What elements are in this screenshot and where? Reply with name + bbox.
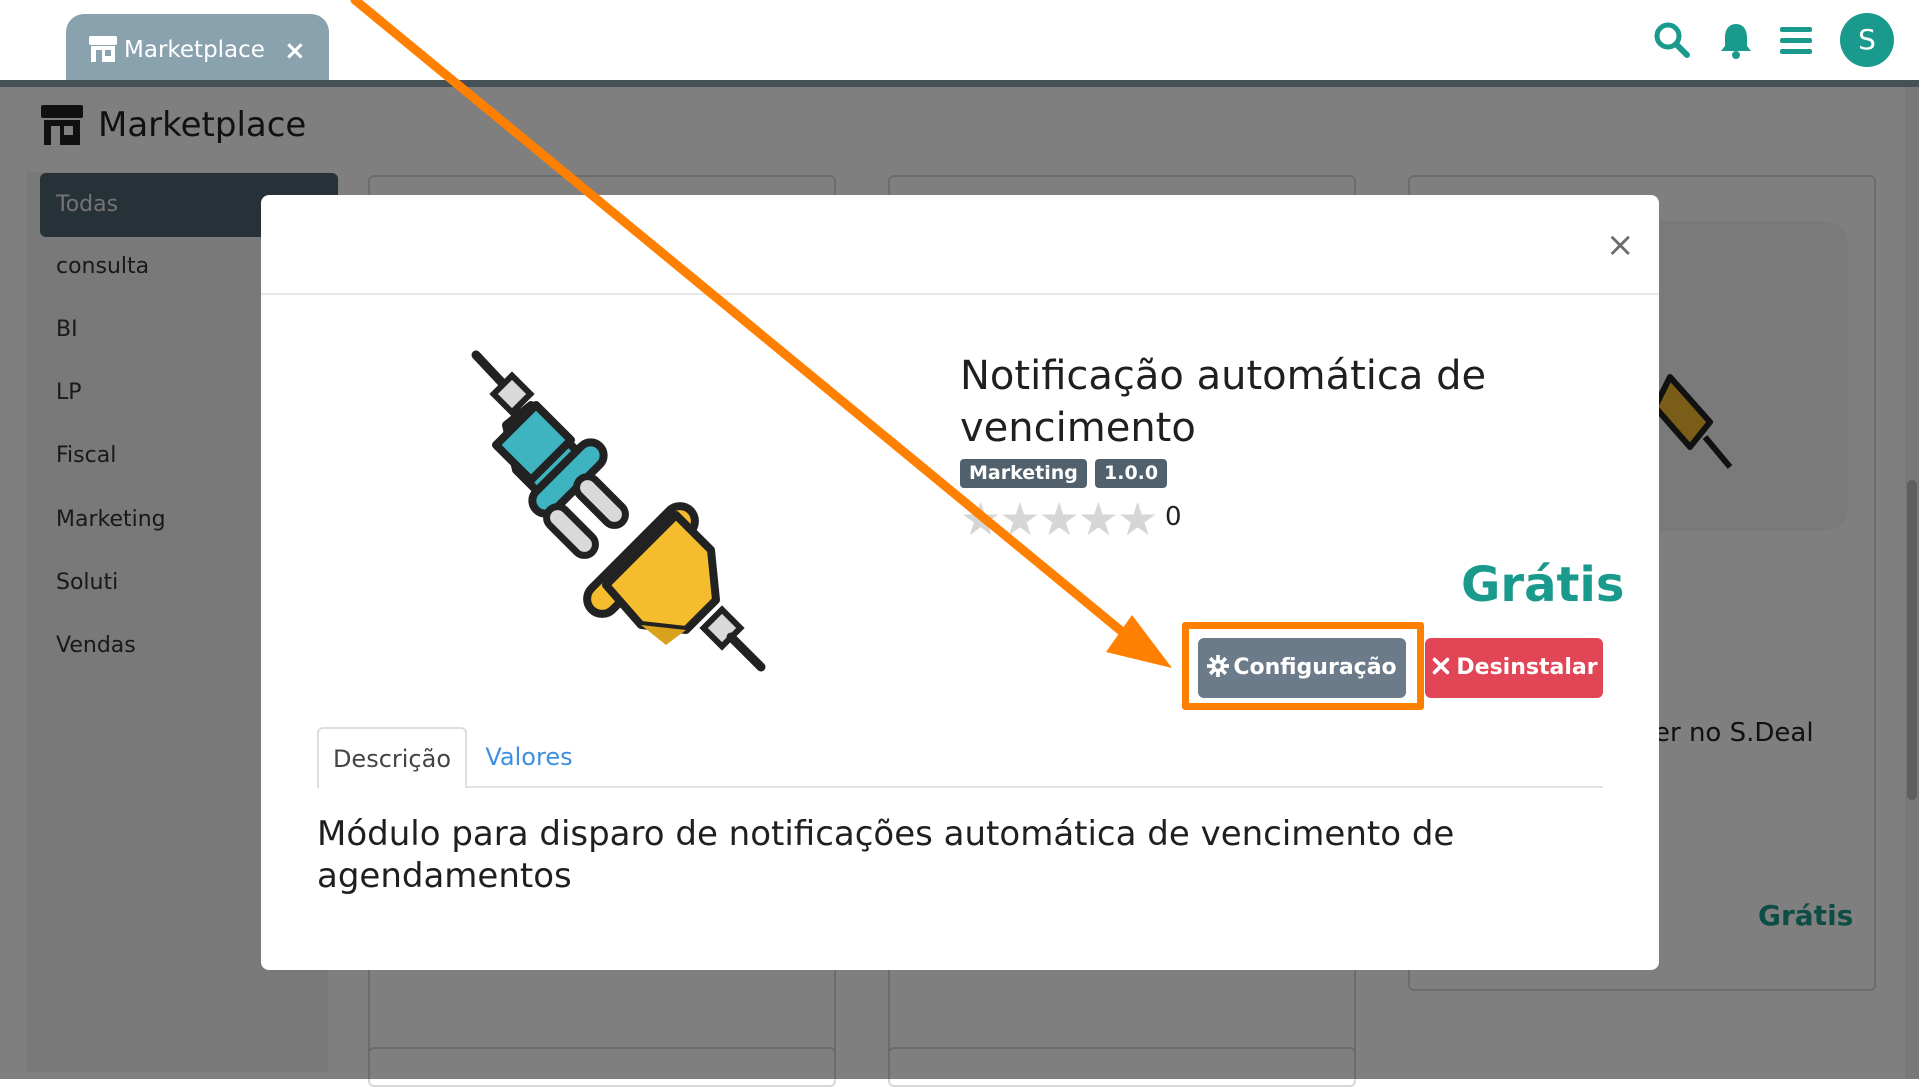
app-title: Notificação automática de vencimento [960, 353, 1487, 451]
rating-count: 0 [1165, 502, 1182, 532]
tab-valores[interactable]: Valores [469, 727, 589, 787]
tab-descricao[interactable]: Descrição [317, 727, 467, 788]
bell-icon[interactable] [1716, 20, 1756, 60]
category-badge: Marketing [960, 459, 1087, 488]
gear-icon [1207, 655, 1230, 677]
uninstall-button-label: Desinstalar [1456, 655, 1598, 680]
menu-icon[interactable] [1776, 20, 1816, 60]
search-icon[interactable] [1652, 20, 1692, 60]
avatar[interactable]: S [1840, 13, 1894, 67]
rating-stars[interactable]: ★★★★★ [960, 495, 1158, 543]
top-bar: Marketplace × S [0, 0, 1919, 87]
uninstall-button[interactable]: Desinstalar [1425, 638, 1603, 698]
close-icon[interactable]: × [1606, 225, 1635, 265]
configuration-button-label: Configuração [1233, 655, 1397, 680]
modal-header-divider [261, 293, 1659, 295]
version-badge: 1.0.0 [1095, 459, 1168, 488]
x-icon [1433, 657, 1450, 675]
plug-connector-icon [471, 350, 766, 672]
tab-label: Marketplace [124, 37, 265, 63]
tab-close-icon[interactable]: × [284, 37, 306, 65]
configuration-button[interactable]: Configuração [1198, 638, 1406, 698]
tab-marketplace[interactable]: Marketplace × [66, 14, 329, 87]
price-label: Grátis [1461, 557, 1625, 613]
store-icon [89, 36, 117, 62]
app-description: Módulo para disparo de notificações auto… [317, 814, 1455, 896]
app-details-modal: × Notificação automática de vencimento M… [261, 195, 1659, 970]
